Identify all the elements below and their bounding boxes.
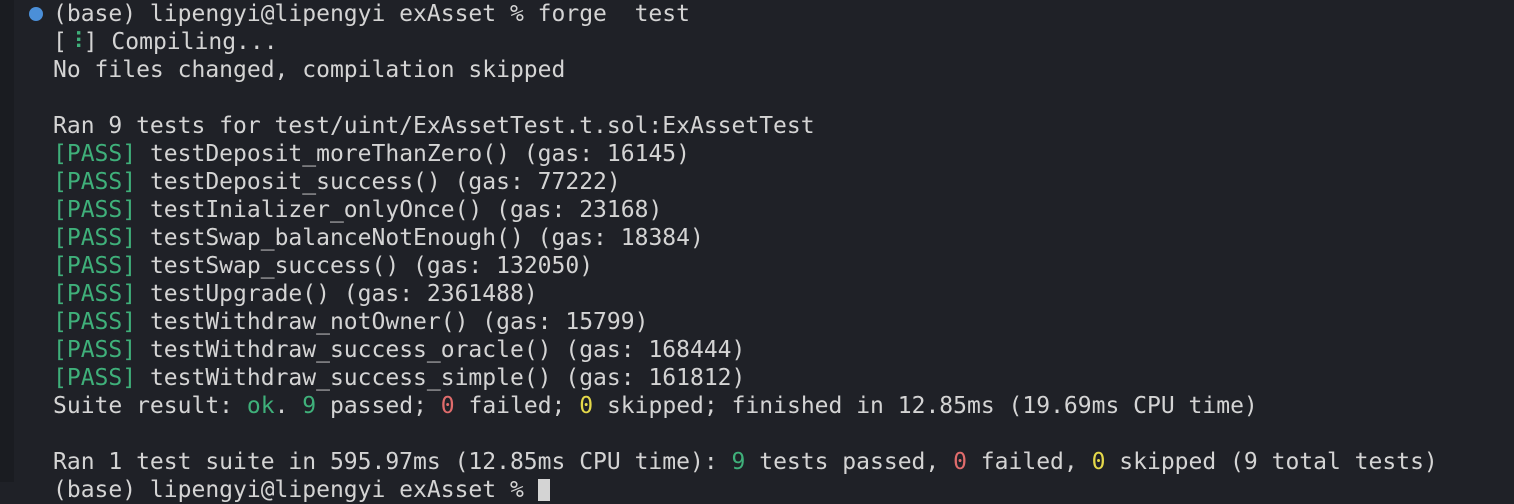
test-result-text: testWithdraw_success_simple() (gas: 1618…: [136, 365, 746, 391]
suite-failed-count: 0: [440, 393, 455, 419]
pass-tag: [PASS]: [53, 141, 137, 167]
spinner-icon: ⠸: [66, 29, 84, 55]
pass-tag: [PASS]: [53, 337, 137, 363]
summary-prefix: Ran 1 test suite in 595.97ms (12.85ms CP…: [53, 449, 732, 475]
summary-skipped-count: 0: [1091, 449, 1106, 475]
summary-failed-text: failed,: [966, 449, 1092, 475]
test-result-line: [PASS] testWithdraw_success_simple() (ga…: [53, 364, 745, 392]
test-result-line: [PASS] testSwap_success() (gas: 132050): [53, 252, 593, 280]
summary-line: Ran 1 test suite in 595.97ms (12.85ms CP…: [53, 448, 1438, 476]
test-result-text: testInializer_onlyOnce() (gas: 23168): [136, 197, 663, 223]
suite-skipped-count: 0: [579, 393, 594, 419]
pass-tag: [PASS]: [53, 197, 137, 223]
test-result-line: [PASS] testDeposit_success() (gas: 77222…: [53, 168, 621, 196]
compiling-text: ] Compiling...: [83, 29, 278, 55]
pass-tag: [PASS]: [53, 225, 137, 251]
pass-tag: [PASS]: [53, 365, 137, 391]
suite-result-prefix: Suite result:: [53, 393, 247, 419]
test-result-text: testDeposit_success() (gas: 77222): [136, 169, 621, 195]
active-prompt-text: (base) lipengyi@lipengyi exAsset %: [53, 477, 538, 503]
suite-failed-text: failed;: [454, 393, 580, 419]
suite-dot: .: [274, 393, 303, 419]
ran-header-line: Ran 9 tests for test/uint/ExAssetTest.t.…: [53, 113, 815, 139]
test-result-text: testWithdraw_notOwner() (gas: 15799): [136, 309, 649, 335]
terminal-gutter: [0, 0, 14, 482]
suite-skipped-text: skipped; finished in 12.85ms (19.69ms CP…: [593, 393, 1258, 419]
test-result-line: [PASS] testSwap_balanceNotEnough() (gas:…: [53, 224, 704, 252]
pass-tag: [PASS]: [53, 169, 137, 195]
summary-passed-count: 9: [731, 449, 746, 475]
suite-passed-text: passed;: [316, 393, 441, 419]
suite-passed-count: 9: [302, 393, 317, 419]
test-result-text: testUpgrade() (gas: 2361488): [136, 281, 538, 307]
prompt-line: (base) lipengyi@lipengyi exAsset % forge…: [53, 1, 690, 27]
compiling-open: [: [53, 29, 67, 55]
test-result-line: [PASS] testUpgrade() (gas: 2361488): [53, 280, 538, 308]
pass-tag: [PASS]: [53, 309, 137, 335]
test-result-line: [PASS] testInializer_onlyOnce() (gas: 23…: [53, 196, 662, 224]
compiling-line: [⠸] Compiling...: [53, 28, 278, 56]
summary-passed-text: tests passed,: [745, 449, 954, 475]
summary-failed-count: 0: [953, 449, 967, 475]
active-prompt-line[interactable]: (base) lipengyi@lipengyi exAsset %: [53, 476, 550, 504]
test-result-line: [PASS] testDeposit_moreThanZero() (gas: …: [53, 140, 690, 168]
suite-ok-label: ok: [246, 393, 275, 419]
pass-tag: [PASS]: [53, 253, 137, 279]
prompt-status-icon: [29, 7, 43, 21]
test-result-text: testDeposit_moreThanZero() (gas: 16145): [136, 141, 690, 167]
no-change-line: No files changed, compilation skipped: [53, 57, 566, 83]
suite-result-line: Suite result: ok. 9 passed; 0 failed; 0 …: [53, 392, 1258, 420]
test-result-text: testWithdraw_success_oracle() (gas: 1684…: [136, 337, 746, 363]
test-result-line: [PASS] testWithdraw_success_oracle() (ga…: [53, 336, 745, 364]
text-cursor: [537, 479, 550, 501]
pass-tag: [PASS]: [53, 281, 137, 307]
test-result-text: testSwap_success() (gas: 132050): [136, 253, 594, 279]
summary-skipped-text: skipped (9 total tests): [1105, 449, 1438, 475]
test-result-line: [PASS] testWithdraw_notOwner() (gas: 157…: [53, 308, 648, 336]
test-result-text: testSwap_balanceNotEnough() (gas: 18384): [136, 225, 704, 251]
terminal-pane[interactable]: (base) lipengyi@lipengyi exAsset % forge…: [14, 0, 1514, 503]
